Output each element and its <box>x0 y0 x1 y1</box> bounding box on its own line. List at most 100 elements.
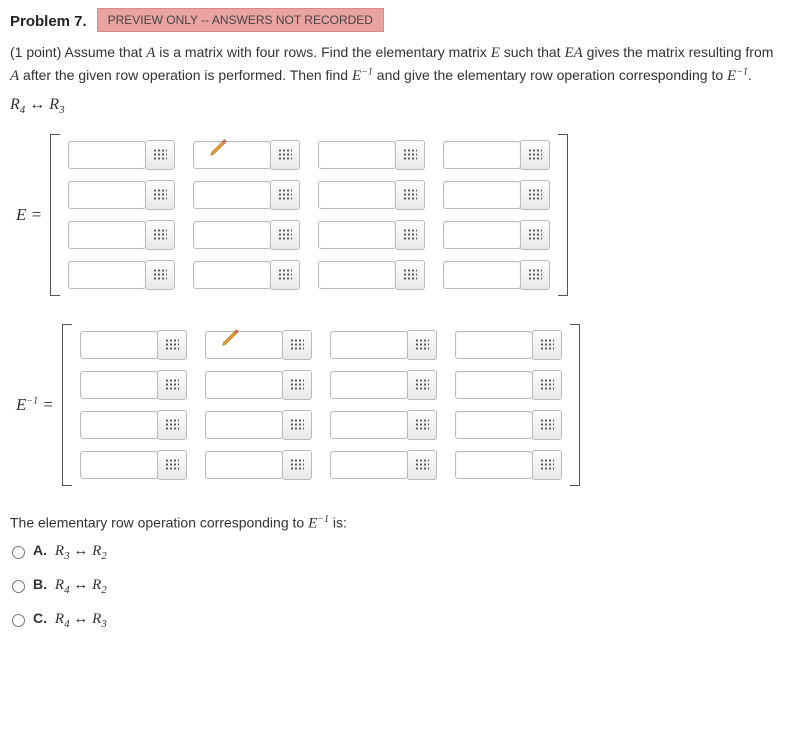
matrix-input[interactable] <box>205 371 283 399</box>
matrix-input[interactable] <box>205 331 283 359</box>
keypad-button[interactable] <box>282 370 312 400</box>
matrix-input[interactable] <box>193 261 271 289</box>
matrix-cell <box>443 260 550 290</box>
matrix-input[interactable] <box>205 411 283 439</box>
matrix-input[interactable] <box>68 221 146 249</box>
keypad-button[interactable] <box>145 260 175 290</box>
option-label: C. R4 ↔ R3 <box>33 610 107 630</box>
keypad-button[interactable] <box>407 330 437 360</box>
keypad-icon <box>528 149 542 160</box>
keypad-button[interactable] <box>532 450 562 480</box>
problem-statement: (1 point) Assume that A is a matrix with… <box>10 42 784 88</box>
matrix-input[interactable] <box>455 451 533 479</box>
matrix-input[interactable] <box>330 411 408 439</box>
keypad-button[interactable] <box>407 450 437 480</box>
matrix-input[interactable] <box>193 141 271 169</box>
matrix-input[interactable] <box>205 451 283 479</box>
keypad-button[interactable] <box>282 410 312 440</box>
option-row: C. R4 ↔ R3 <box>12 610 784 630</box>
bracket-right <box>570 324 580 486</box>
matrix-cell <box>318 260 425 290</box>
matrix-input[interactable] <box>80 331 158 359</box>
matrix-input[interactable] <box>455 411 533 439</box>
keypad-button[interactable] <box>270 180 300 210</box>
matrix-input[interactable] <box>80 411 158 439</box>
bracket-right <box>558 134 568 296</box>
keypad-button[interactable] <box>157 370 187 400</box>
keypad-icon <box>278 269 292 280</box>
keypad-button[interactable] <box>532 330 562 360</box>
matrix-input[interactable] <box>68 141 146 169</box>
option-radio[interactable] <box>12 580 25 593</box>
matrix-input[interactable] <box>193 181 271 209</box>
option-label: B. R4 ↔ R2 <box>33 576 107 596</box>
option-radio[interactable] <box>12 546 25 559</box>
matrix-cell <box>80 410 187 440</box>
keypad-icon <box>278 149 292 160</box>
matrix-cell <box>68 140 175 170</box>
matrix-input[interactable] <box>318 141 396 169</box>
keypad-button[interactable] <box>395 220 425 250</box>
keypad-button[interactable] <box>532 370 562 400</box>
keypad-icon <box>403 149 417 160</box>
matrix-input[interactable] <box>330 451 408 479</box>
keypad-icon <box>528 269 542 280</box>
keypad-button[interactable] <box>157 330 187 360</box>
keypad-button[interactable] <box>407 410 437 440</box>
preview-badge: PREVIEW ONLY -- ANSWERS NOT RECORDED <box>97 8 384 32</box>
keypad-icon <box>153 269 167 280</box>
matrix-Einv-block: E−1 = <box>16 324 784 486</box>
matrix-input[interactable] <box>443 221 521 249</box>
keypad-button[interactable] <box>270 260 300 290</box>
keypad-icon <box>278 229 292 240</box>
matrix-input[interactable] <box>455 331 533 359</box>
matrix-Einv-grid <box>76 324 566 486</box>
keypad-button[interactable] <box>270 140 300 170</box>
keypad-icon <box>415 459 429 470</box>
keypad-button[interactable] <box>395 180 425 210</box>
keypad-button[interactable] <box>145 180 175 210</box>
keypad-button[interactable] <box>532 410 562 440</box>
matrix-input[interactable] <box>330 371 408 399</box>
keypad-button[interactable] <box>407 370 437 400</box>
option-radio[interactable] <box>12 614 25 627</box>
matrix-input[interactable] <box>68 261 146 289</box>
matrix-input[interactable] <box>455 371 533 399</box>
matrix-input[interactable] <box>80 451 158 479</box>
keypad-icon <box>290 379 304 390</box>
keypad-button[interactable] <box>520 220 550 250</box>
matrix-input[interactable] <box>443 181 521 209</box>
matrix-input[interactable] <box>318 181 396 209</box>
keypad-button[interactable] <box>520 260 550 290</box>
keypad-button[interactable] <box>282 450 312 480</box>
matrix-input[interactable] <box>318 221 396 249</box>
keypad-button[interactable] <box>145 220 175 250</box>
keypad-icon <box>153 149 167 160</box>
matrix-input[interactable] <box>330 331 408 359</box>
pencil-icon <box>220 326 242 348</box>
matrix-Einv-label: E−1 = <box>16 395 54 415</box>
keypad-button[interactable] <box>282 330 312 360</box>
matrix-input[interactable] <box>443 141 521 169</box>
matrix-input[interactable] <box>193 221 271 249</box>
matrix-input[interactable] <box>318 261 396 289</box>
keypad-icon <box>528 189 542 200</box>
keypad-button[interactable] <box>145 140 175 170</box>
matrix-input[interactable] <box>443 261 521 289</box>
keypad-button[interactable] <box>270 220 300 250</box>
keypad-icon <box>153 229 167 240</box>
keypad-button[interactable] <box>520 140 550 170</box>
keypad-button[interactable] <box>520 180 550 210</box>
question-lead: The elementary row operation correspondi… <box>10 514 784 533</box>
matrix-cell <box>443 220 550 250</box>
keypad-button[interactable] <box>157 450 187 480</box>
keypad-icon <box>290 339 304 350</box>
matrix-input[interactable] <box>68 181 146 209</box>
keypad-icon <box>540 379 554 390</box>
keypad-button[interactable] <box>395 260 425 290</box>
keypad-button[interactable] <box>395 140 425 170</box>
matrix-input[interactable] <box>80 371 158 399</box>
bracket-left <box>62 324 72 486</box>
matrix-cell <box>205 370 312 400</box>
keypad-button[interactable] <box>157 410 187 440</box>
